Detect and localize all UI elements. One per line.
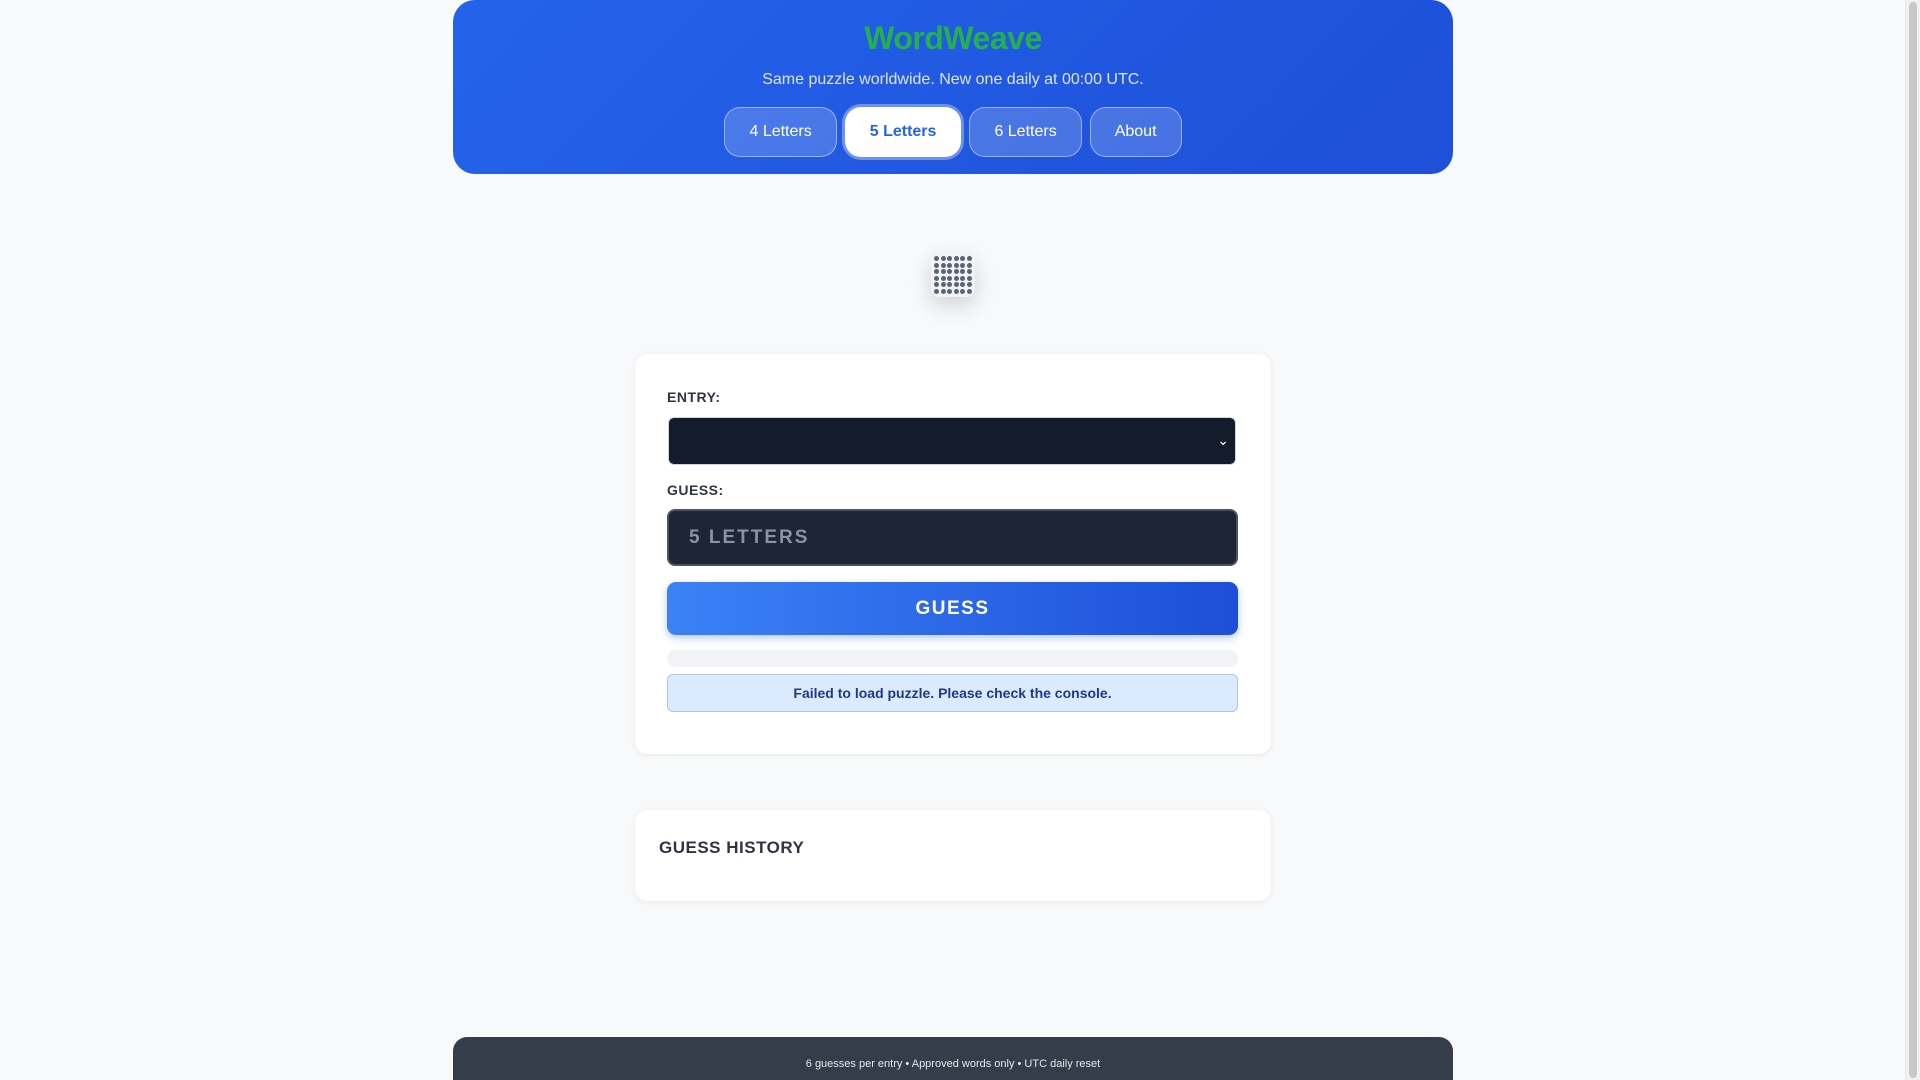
logo-dot [940,256,946,261]
logo-dot [947,269,952,274]
logo-dot [940,282,946,287]
logo-dot [934,288,939,294]
nav-about-button[interactable]: About [1089,107,1182,157]
logo-dot [966,288,972,294]
logo-dot [947,262,952,268]
logo-dot [966,282,972,287]
guess-history-title: GUESS HISTORY [659,838,805,857]
footer-text: 6 guesses per entry • Approved words onl… [805,1058,1101,1070]
logo-dot [953,269,959,274]
logo-dot [953,256,959,261]
logo-dot [953,275,959,281]
logo-dot [934,275,939,281]
game-card: ENTRY: ⌄ GUESS: GUESS Failed to load puz… [635,354,1271,754]
logo-dot [960,282,965,287]
tagline: Same puzzle worldwide. New one daily at … [762,71,1144,88]
logo-dot [966,269,972,274]
logo-dot [940,275,946,281]
entry-label: ENTRY: [667,389,721,405]
logo-dot [934,269,939,274]
brand-title: WordWeave [864,20,1042,56]
logo-dot [947,256,952,261]
logo-dot [960,256,965,261]
dot-grid-icon [931,253,975,297]
logo-dot [940,262,946,268]
logo-dot [953,262,959,268]
site-footer: 6 guesses per entry • Approved words onl… [453,1037,1453,1080]
page-scrollbar[interactable] [1905,0,1920,1080]
logo-dot [966,262,972,268]
logo-dot [934,282,939,287]
logo-dot [953,288,959,294]
logo-dot [940,269,946,274]
logo-dot [960,269,965,274]
guess-history-card: GUESS HISTORY [635,810,1271,901]
logo-dot [966,256,972,261]
mode-nav: 4 Letters 5 Letters 6 Letters About [453,107,1453,157]
guess-label: GUESS: [667,482,724,498]
logo-dot [960,288,965,294]
logo-dot [940,288,946,294]
logo-dot [934,256,939,261]
guess-button[interactable]: GUESS [667,582,1238,635]
logo-dot [960,262,965,268]
nav-4-letters-button[interactable]: 4 Letters [724,107,837,157]
logo-dot [953,282,959,287]
guess-input[interactable] [667,509,1238,566]
logo-dot [960,275,965,281]
site-header: WordWeave Same puzzle worldwide. New one… [453,0,1453,174]
progress-bar [667,650,1238,667]
logo-dot [934,262,939,268]
logo-dot [947,275,952,281]
entry-select[interactable]: ⌄ [668,417,1236,465]
logo-dot [966,275,972,281]
nav-6-letters-button[interactable]: 6 Letters [969,107,1082,157]
nav-5-letters-button[interactable]: 5 Letters [844,107,962,157]
logo-dot [947,288,952,294]
chevron-down-icon: ⌄ [1217,432,1229,448]
error-message: Failed to load puzzle. Please check the … [667,674,1238,712]
scrollbar-thumb[interactable] [1909,2,1917,1078]
logo-dot [947,282,952,287]
